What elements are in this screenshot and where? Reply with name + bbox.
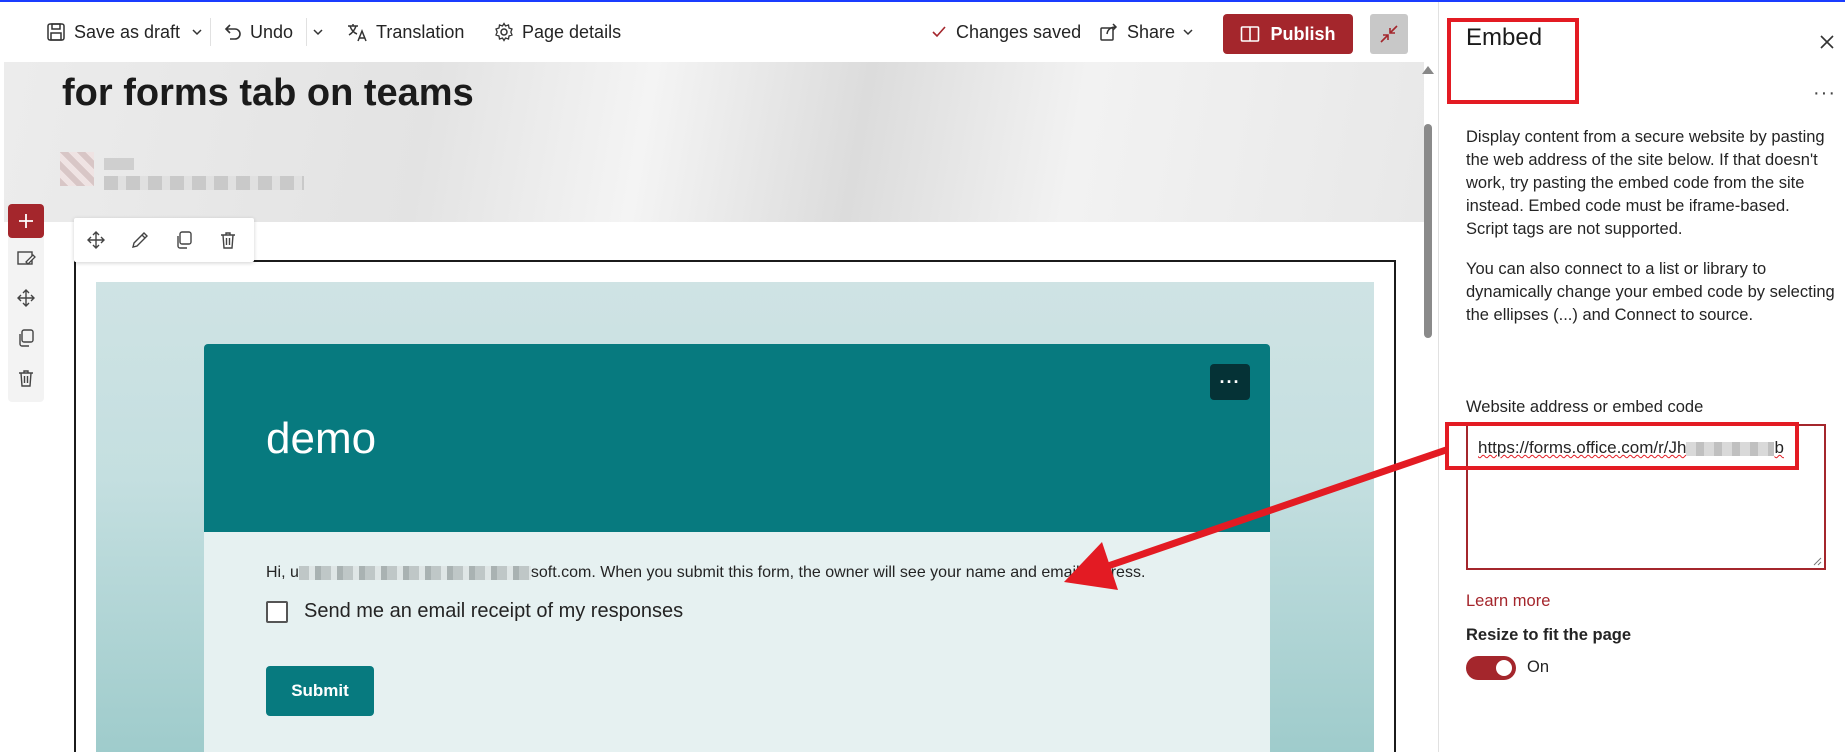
- duplicate-web-part-button[interactable]: [172, 228, 196, 252]
- scroll-up-arrow-icon[interactable]: [1422, 66, 1434, 74]
- form-background: demo ··· Hi, u soft.com. When you submit …: [96, 282, 1374, 752]
- page-title[interactable]: for forms tab on teams: [62, 72, 474, 115]
- notice-prefix: Hi, u: [266, 564, 299, 581]
- translation-button[interactable]: Translation: [346, 16, 464, 48]
- save-status: Changes saved: [930, 16, 1081, 48]
- duplicate-section-button[interactable]: [14, 326, 38, 350]
- resize-toggle[interactable]: [1466, 656, 1516, 680]
- copy-icon: [177, 231, 192, 249]
- form-more-options-button[interactable]: ···: [1210, 364, 1250, 400]
- trash-icon: [221, 232, 235, 249]
- delete-section-button[interactable]: [14, 366, 38, 390]
- edit-section-icon: [17, 251, 36, 265]
- undo-dropdown-chevron-icon[interactable]: [312, 26, 324, 38]
- email-receipt-label: Send me an email receipt of my responses: [304, 600, 684, 622]
- toggle-knob: [1496, 660, 1512, 676]
- redacted-text: [104, 176, 304, 190]
- page-header-banner: for forms tab on teams: [4, 62, 1424, 222]
- edit-web-part-button[interactable]: [128, 228, 152, 252]
- save-icon: [47, 23, 65, 41]
- edit-section-button[interactable]: [14, 246, 38, 270]
- gear-icon: [495, 22, 513, 42]
- resize-toggle-label: Resize to fit the page: [1466, 626, 1632, 644]
- checkmark-icon: [932, 26, 946, 38]
- page-details-button[interactable]: Page details: [494, 16, 621, 48]
- collapse-pane-button[interactable]: [1370, 14, 1408, 54]
- move-icon: [17, 289, 35, 307]
- collapse-icon: [1380, 25, 1398, 43]
- redacted-text: [104, 158, 134, 170]
- email-receipt-option[interactable]: Send me an email receipt of my responses: [266, 600, 683, 623]
- undo-icon: [224, 24, 241, 40]
- resize-grip-icon[interactable]: [1812, 556, 1822, 566]
- canvas-scrollbar[interactable]: [1418, 62, 1438, 752]
- move-web-part-button[interactable]: [84, 228, 108, 252]
- book-icon: [1241, 26, 1260, 42]
- save-draft-label: Save as draft: [74, 21, 181, 42]
- page-canvas: for forms tab on teams demo ··· Hi, u so…: [0, 62, 1425, 752]
- form-header: demo ···: [204, 344, 1270, 532]
- form-identity-notice: Hi, u soft.com. When you submit this form…: [266, 564, 1145, 582]
- translation-icon: [348, 24, 367, 42]
- redacted-email: [298, 565, 531, 580]
- notice-suffix: soft.com. When you submit this form, the…: [530, 564, 1146, 581]
- share-label: Share: [1127, 21, 1176, 42]
- learn-more-link[interactable]: Learn more: [1466, 592, 1550, 611]
- save-status-label: Changes saved: [956, 21, 1082, 42]
- section-toolbar: [8, 204, 44, 402]
- embed-field-label: Website address or embed code: [1466, 398, 1704, 416]
- form-body: Hi, u soft.com. When you submit this form…: [204, 532, 1270, 752]
- undo-button[interactable]: Undo: [222, 16, 293, 48]
- translation-label: Translation: [376, 21, 465, 42]
- move-icon: [87, 231, 105, 249]
- divider: [210, 18, 211, 46]
- author-byline-redacted: [60, 152, 320, 196]
- move-section-button[interactable]: [14, 286, 38, 310]
- publish-label: Publish: [1270, 23, 1336, 44]
- web-part-toolbar: [74, 218, 254, 262]
- publish-button[interactable]: Publish: [1223, 14, 1353, 54]
- pane-description-connect: You can also connect to a list or librar…: [1466, 260, 1835, 324]
- page-details-label: Page details: [522, 21, 622, 42]
- trash-icon: [19, 370, 33, 387]
- resize-toggle-state: On: [1527, 658, 1550, 676]
- divider: [306, 18, 307, 46]
- submit-button[interactable]: Submit: [266, 666, 374, 716]
- pane-more-options-button[interactable]: ···: [1813, 82, 1836, 105]
- command-bar: Save as draft Undo Translation Page deta…: [0, 2, 1438, 62]
- avatar: [60, 152, 94, 186]
- undo-label: Undo: [250, 21, 294, 42]
- pencil-icon: [132, 232, 148, 248]
- plus-icon: [19, 214, 33, 228]
- form-card: demo ··· Hi, u soft.com. When you submit …: [204, 344, 1270, 752]
- save-draft-button[interactable]: Save as draft: [46, 16, 180, 48]
- annotation-highlight-box: [1445, 422, 1799, 470]
- share-icon: [1100, 23, 1118, 41]
- scroll-thumb[interactable]: [1424, 124, 1432, 338]
- pane-description: Display content from a secure website by…: [1466, 128, 1825, 238]
- property-pane: Embed ··· Display content from a secure …: [1438, 2, 1845, 752]
- copy-icon: [19, 329, 34, 347]
- embed-web-part[interactable]: demo ··· Hi, u soft.com. When you submit …: [74, 260, 1396, 752]
- close-icon[interactable]: [1817, 32, 1837, 52]
- form-title: demo: [266, 414, 377, 463]
- delete-web-part-button[interactable]: [216, 228, 240, 252]
- save-dropdown-chevron-icon[interactable]: [191, 26, 203, 38]
- share-button[interactable]: Share: [1099, 16, 1175, 48]
- email-receipt-checkbox[interactable]: [266, 600, 288, 623]
- add-section-button[interactable]: [8, 204, 44, 238]
- annotation-highlight-box: [1447, 18, 1579, 104]
- share-dropdown-chevron-icon[interactable]: [1182, 26, 1194, 38]
